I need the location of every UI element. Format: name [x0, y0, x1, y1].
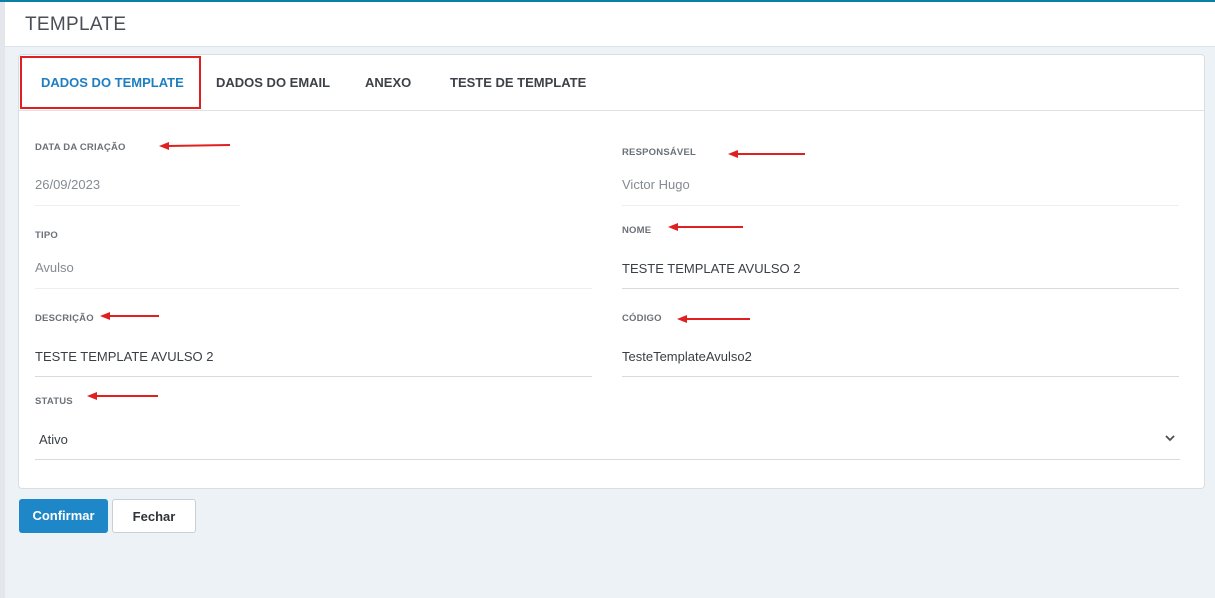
- annotation-highlight-box: [20, 56, 201, 109]
- responsavel-label: RESPONSÁVEL: [622, 147, 696, 158]
- status-select[interactable]: Ativo: [39, 432, 68, 447]
- tipo-value: Avulso: [35, 260, 74, 275]
- status-label: STATUS: [35, 396, 73, 407]
- confirmar-button[interactable]: Confirmar: [19, 499, 108, 533]
- annotation-arrow-codigo: [677, 314, 751, 324]
- data-criacao-value: 26/09/2023: [35, 177, 101, 192]
- codigo-input[interactable]: TesteTemplateAvulso2: [622, 349, 752, 364]
- descricao-input[interactable]: TESTE TEMPLATE AVULSO 2: [35, 349, 213, 364]
- tipo-label: TIPO: [35, 230, 58, 241]
- data-criacao-label: DATA DA CRIAÇÃO: [35, 142, 126, 153]
- annotation-arrow-nome: [668, 222, 744, 232]
- codigo-underline: [622, 376, 1179, 377]
- codigo-label: CÓDIGO: [622, 313, 662, 324]
- tab-bar: DADOS DO TEMPLATE DADOS DO EMAIL ANEXO T…: [19, 55, 1204, 111]
- descricao-label: DESCRIÇÃO: [35, 313, 94, 324]
- responsavel-underline: [622, 205, 1179, 206]
- fechar-button[interactable]: Fechar: [112, 499, 196, 533]
- chevron-down-icon[interactable]: [1164, 430, 1176, 442]
- page-header: TEMPLATE: [5, 2, 1215, 47]
- annotation-arrow-responsavel: [728, 149, 806, 159]
- nome-input[interactable]: TESTE TEMPLATE AVULSO 2: [622, 261, 800, 276]
- responsavel-value: Victor Hugo: [622, 177, 690, 192]
- data-criacao-underline: [35, 205, 240, 206]
- tab-teste-de-template[interactable]: TESTE DE TEMPLATE: [450, 55, 586, 110]
- descricao-underline: [35, 376, 592, 377]
- nome-underline: [622, 288, 1179, 289]
- page-title: TEMPLATE: [25, 14, 127, 35]
- annotation-arrow-descricao: [100, 311, 160, 321]
- annotation-arrow-data-criacao: [159, 141, 231, 151]
- status-underline: [35, 459, 1180, 460]
- template-form-card: DADOS DO TEMPLATE DADOS DO EMAIL ANEXO T…: [18, 54, 1205, 489]
- nome-label: NOME: [622, 225, 652, 236]
- left-edge-strip: [0, 0, 5, 598]
- annotation-arrow-status: [87, 391, 159, 401]
- tab-dados-do-email[interactable]: DADOS DO EMAIL: [216, 55, 330, 110]
- tab-anexo[interactable]: ANEXO: [365, 55, 411, 110]
- tipo-underline: [35, 288, 592, 289]
